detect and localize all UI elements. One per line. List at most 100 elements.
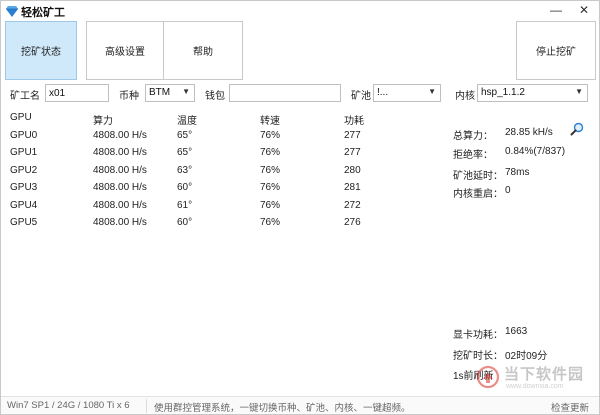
worker-label: 矿工名 [10, 91, 40, 102]
pool-select[interactable]: !... ▼ [373, 84, 441, 102]
status-bar: Win7 SP1 / 24G / 1080 Ti x 6 使用群控管理系统，一键… [1, 396, 599, 414]
magnifier-icon[interactable] [570, 122, 584, 136]
gpu-fan-speed: 76% [260, 217, 281, 228]
watermark-text-en: www.downxia.com [506, 383, 564, 390]
kernel-restart-stat: 内核重启： 0 [453, 185, 593, 200]
gpu-temperature: 65° [177, 147, 193, 158]
coin-label: 币种 [119, 91, 139, 102]
minimize-button[interactable]: — [547, 2, 565, 18]
gpu-fan-speed: 76% [260, 129, 281, 141]
header-temperature: 温度 [177, 116, 197, 127]
table-row[interactable]: GPU3 4808.00 H/s 60° 76% 281 [1, 180, 441, 198]
system-info: Win7 SP1 / 24G / 1080 Ti x 6 [7, 400, 130, 411]
config-row: 矿工名 币种 BTM ▼ 钱包 矿池 !... ▼ 内核 hsp_1.1.2 ▼ [1, 83, 599, 103]
kernel-select-value: hsp_1.1.2 [481, 87, 525, 98]
header-gpu: GPU [10, 112, 32, 123]
coin-select-value: BTM [149, 87, 171, 98]
pool-label: 矿池 [351, 91, 371, 102]
header-power: 功耗 [344, 116, 364, 127]
gpu-name: GPU5 [10, 217, 38, 228]
gpu-temperature: 60° [177, 217, 193, 228]
card-power-stat: 显卡功耗： 1663 [453, 326, 593, 341]
title-bar: 轻松矿工 — ✕ [1, 1, 599, 21]
gpu-power: 281 [344, 182, 361, 193]
gpu-temperature: 63° [177, 164, 193, 176]
chevron-down-icon: ▼ [182, 87, 190, 96]
gpu-name: GPU4 [10, 199, 38, 211]
pool-latency-value: 78ms [505, 167, 530, 178]
close-button[interactable]: ✕ [575, 2, 593, 18]
kernel-label: 内核 [455, 91, 475, 102]
gpu-power: 272 [344, 199, 361, 211]
gpu-hashrate: 4808.00 H/s [93, 129, 147, 141]
total-hashrate-value: 28.85 kH/s [505, 127, 553, 138]
reject-rate-value: 0.84%(7/837) [505, 146, 566, 157]
header-hashrate: 算力 [93, 116, 113, 127]
wallet-label: 钱包 [205, 91, 225, 102]
worker-name-input[interactable] [45, 84, 109, 102]
kernel-select[interactable]: hsp_1.1.2 ▼ [477, 84, 588, 102]
total-hashrate-label: 总算力： [453, 131, 493, 142]
pool-latency-stat: 矿池延时： 78ms [453, 167, 593, 182]
gpu-hashrate: 4808.00 H/s [93, 182, 147, 193]
app-window: 轻松矿工 — ✕ 挖矿状态 高级设置 帮助 停止挖矿 矿工名 币种 BTM ▼ … [0, 0, 600, 415]
check-update-link[interactable]: 检查更新 [551, 400, 589, 414]
card-power-value: 1663 [505, 326, 528, 337]
table-row[interactable]: GPU5 4808.00 H/s 60° 76% 276 [1, 215, 441, 233]
gpu-hashrate: 4808.00 H/s [93, 217, 147, 228]
mining-duration-stat: 挖矿时长： 02时09分 [453, 347, 593, 362]
tab-mining-status-label: 挖矿状态 [21, 47, 61, 58]
coin-select[interactable]: BTM ▼ [145, 84, 195, 102]
table-row[interactable]: GPU4 4808.00 H/s 61° 76% 272 [1, 198, 441, 216]
wallet-input[interactable] [229, 84, 341, 102]
status-divider [146, 399, 147, 413]
gpu-hashrate: 4808.00 H/s [93, 147, 147, 158]
watermark-emblem-icon [476, 365, 500, 389]
table-header: GPU 算力 温度 转速 功耗 [1, 110, 441, 128]
watermark-text-cn: 当下软件园 [504, 366, 585, 383]
main-toolbar: 挖矿状态 高级设置 帮助 停止挖矿 [1, 21, 599, 80]
diamond-icon [6, 6, 18, 17]
gpu-fan-speed: 76% [260, 182, 281, 193]
chevron-down-icon: ▼ [575, 87, 583, 96]
kernel-restart-label: 内核重启： [453, 189, 503, 200]
table-row[interactable]: GPU0 4808.00 H/s 65° 76% 277 [1, 128, 441, 146]
promo-link[interactable]: 使用群控管理系统，一键切换币种、矿池、内核、一键超频。 [154, 400, 411, 414]
card-power-label: 显卡功耗： [453, 330, 503, 341]
gpu-power: 276 [344, 217, 361, 228]
gpu-temperature: 65° [177, 129, 193, 141]
gpu-hashrate: 4808.00 H/s [93, 199, 147, 211]
watermark-logo: 当下软件园 www.downxia.com [476, 363, 586, 395]
pool-select-value: !... [377, 87, 389, 98]
gpu-table: GPU 算力 温度 转速 功耗 GPU0 4808.00 H/s 65° 76% 277… [1, 110, 441, 233]
gpu-fan-speed: 76% [260, 199, 281, 211]
tab-help[interactable]: 帮助 [163, 21, 243, 80]
mining-duration-value: 02时09分 [505, 351, 548, 362]
tab-help-label: 帮助 [193, 47, 213, 58]
reject-rate-stat: 拒绝率： 0.84%(7/837) [453, 146, 593, 161]
stop-mining-button[interactable]: 停止挖矿 [516, 21, 596, 80]
reject-rate-label: 拒绝率： [453, 150, 493, 161]
table-row[interactable]: GPU1 4808.00 H/s 65° 76% 277 [1, 145, 441, 163]
gpu-power: 277 [344, 129, 361, 141]
header-fan-speed: 转速 [260, 116, 280, 127]
pool-latency-label: 矿池延时： [453, 171, 503, 182]
app-title: 轻松矿工 [21, 7, 65, 19]
gpu-power: 280 [344, 164, 361, 176]
gpu-temperature: 60° [177, 182, 193, 193]
gpu-name: GPU0 [10, 129, 38, 141]
gpu-hashrate: 4808.00 H/s [93, 164, 147, 176]
tab-advanced-settings[interactable]: 高级设置 [86, 21, 164, 80]
gpu-fan-speed: 76% [260, 164, 281, 176]
gpu-name: GPU3 [10, 182, 38, 193]
gpu-name: GPU2 [10, 164, 38, 176]
gpu-name: GPU1 [10, 147, 38, 158]
gpu-fan-speed: 76% [260, 147, 281, 158]
tab-advanced-settings-label: 高级设置 [105, 47, 145, 58]
table-row[interactable]: GPU2 4808.00 H/s 63° 76% 280 [1, 163, 441, 181]
kernel-restart-value: 0 [505, 185, 511, 196]
mining-duration-label: 挖矿时长： [453, 351, 503, 362]
gpu-temperature: 61° [177, 199, 193, 211]
tab-mining-status[interactable]: 挖矿状态 [5, 21, 77, 80]
stop-mining-label: 停止挖矿 [536, 47, 576, 58]
